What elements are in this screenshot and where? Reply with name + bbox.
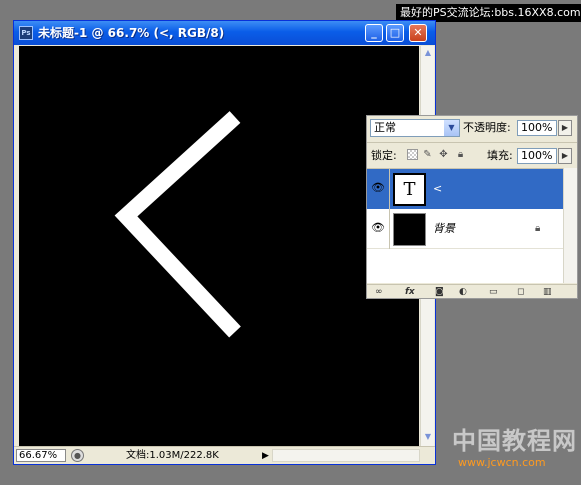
layer-row[interactable]: 👁︎ 背景 🔒︎	[367, 209, 577, 249]
new-layer-icon[interactable]: ◻	[517, 286, 524, 298]
maximize-button[interactable]: □	[386, 24, 404, 42]
link-layers-icon[interactable]: ∞	[375, 286, 383, 298]
site-logo: 中国教程网	[452, 427, 577, 455]
layer-list-scrollbar[interactable]	[563, 168, 577, 283]
close-button[interactable]: ✕	[409, 24, 427, 42]
blend-mode-value: 正常	[374, 121, 396, 134]
photoshop-app-icon[interactable]: Ps	[19, 26, 33, 40]
less-than-glyph	[114, 111, 241, 338]
layer-name[interactable]: 背景	[433, 222, 455, 236]
layers-panel: 正常 ▼ 不透明度: 100% ▶ 锁定: ✎ ✥ 🔒︎ 填充: 100% ▶ …	[366, 115, 578, 299]
horizontal-scrollbar[interactable]	[272, 449, 420, 462]
layer-row[interactable]: 👁︎ T <	[367, 169, 577, 209]
lock-icon: 🔒︎	[535, 223, 541, 234]
document-size-info: 文档:1.03M/222.8K	[126, 450, 219, 461]
scroll-up-icon[interactable]: ▲	[423, 48, 433, 58]
chevron-down-icon[interactable]: ▼	[444, 120, 459, 136]
trash-icon[interactable]: ▥	[543, 286, 552, 298]
lock-all-icon[interactable]: 🔒︎	[455, 149, 466, 160]
eye-icon[interactable]: 👁︎	[371, 182, 385, 194]
status-info-icon[interactable]: ●	[71, 449, 84, 462]
eye-icon[interactable]: 👁︎	[371, 222, 385, 234]
fill-label: 填充:	[487, 149, 513, 162]
divider	[389, 169, 390, 209]
text-layer-thumbnail: T	[393, 173, 426, 206]
background-layer-thumbnail	[393, 213, 426, 246]
title-bar[interactable]: Ps 未标题-1 @ 66.7% (<, RGB/8) _ □ ✕	[14, 21, 435, 45]
opacity-slider-arrow-icon[interactable]: ▶	[558, 120, 572, 136]
new-group-icon[interactable]: ▭	[489, 286, 498, 298]
fill-field[interactable]: 100%	[517, 148, 557, 164]
layers-panel-toolbar: ∞ fx ◙ ◐ ▭ ◻ ▥	[367, 284, 577, 298]
opacity-label: 不透明度:	[463, 121, 511, 134]
layer-list: 👁︎ T < 👁︎ 背景 🔒︎	[367, 168, 577, 283]
site-url: www.jcwcn.com	[458, 456, 546, 469]
lock-label: 锁定:	[371, 149, 397, 162]
document-title: 未标题-1 @ 66.7% (<, RGB/8)	[38, 26, 225, 40]
lock-image-pixels-icon[interactable]: ✎	[422, 149, 433, 160]
divider	[389, 209, 390, 249]
blend-mode-select[interactable]: 正常 ▼	[370, 119, 460, 137]
status-menu-arrow-icon[interactable]: ▶	[262, 450, 269, 462]
opacity-field[interactable]: 100%	[517, 120, 557, 136]
status-bar: 66.67% ● 文档:1.03M/222.8K ▶	[14, 446, 435, 464]
minimize-button[interactable]: _	[365, 24, 383, 42]
lock-position-icon[interactable]: ✥	[438, 149, 449, 160]
adjustment-layer-icon[interactable]: ◐	[459, 286, 467, 298]
scroll-down-icon[interactable]: ▼	[423, 432, 433, 442]
layer-name[interactable]: <	[433, 182, 442, 196]
zoom-field[interactable]: 66.67%	[16, 449, 66, 462]
layer-mask-icon[interactable]: ◙	[435, 286, 444, 298]
lock-transparent-pixels-icon[interactable]	[407, 149, 418, 160]
divider	[367, 142, 577, 143]
fill-slider-arrow-icon[interactable]: ▶	[558, 148, 572, 164]
canvas[interactable]	[19, 46, 419, 446]
layer-style-icon[interactable]: fx	[405, 286, 415, 298]
